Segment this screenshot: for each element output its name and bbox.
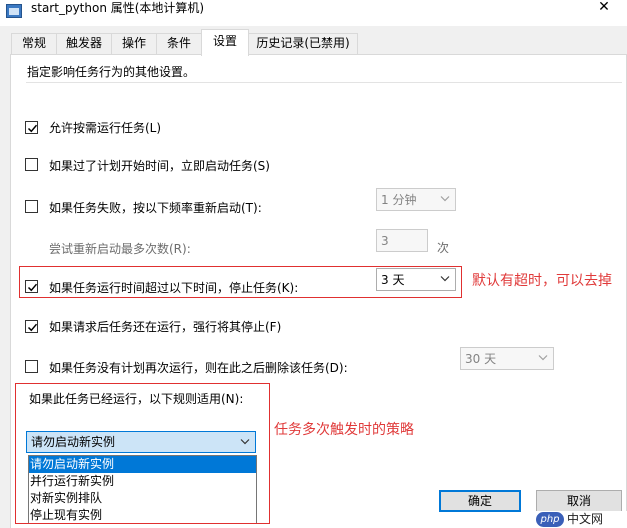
window-title: start_python 属性(本地计算机) [31,1,205,15]
retry-count-value: 3 [381,234,389,248]
run-asap-label: 如果过了计划开始时间，立即启动任务(S) [49,159,270,173]
task-scheduler-icon [6,4,22,18]
settings-intro: 指定影响任务行为的其他设置。 [27,65,196,79]
restart-interval-select[interactable]: 1 分钟 [376,188,456,211]
delete-after-select[interactable]: 30 天 [460,347,554,370]
force-stop-label: 如果请求后任务还在运行，强行将其停止(F) [49,320,282,334]
policy-highlight-box [15,383,270,524]
allow-on-demand-checkbox[interactable] [25,121,38,134]
timeout-highlight-box [19,266,462,298]
cancel-button[interactable]: 取消 [536,490,622,512]
retry-label: 尝试重新启动最多次数(R): [49,242,191,256]
tab-settings[interactable]: 设置 [201,29,249,56]
chevron-down-icon [538,355,548,361]
delete-if-not-scheduled-label: 如果任务没有计划再次运行，则在此之后删除该任务(D): [49,361,348,375]
delete-if-not-scheduled-checkbox[interactable] [25,360,38,373]
checkmark-icon [27,323,38,332]
tab-actions[interactable]: 操作 [111,33,157,54]
ok-button[interactable]: 确定 [439,490,521,512]
checkmark-icon [27,124,38,133]
tab-history[interactable]: 历史记录(已禁用) [248,33,358,54]
restart-interval-value: 1 分钟 [381,193,417,207]
run-asap-checkbox[interactable] [25,158,38,171]
restart-on-failure-label: 如果任务失败，按以下频率重新启动(T): [49,201,262,215]
timeout-annotation: 默认有超时，可以去掉 [472,273,612,289]
divider [26,82,622,83]
tab-strip: 常规 触发器 操作 条件 设置 历史记录(已禁用) [0,28,627,56]
site-watermark: php 中文网 [536,511,627,528]
tab-general[interactable]: 常规 [11,33,57,54]
watermark-badge: php [536,512,564,527]
title-bar: start_python 属性(本地计算机) ✕ [0,0,627,26]
retry-count-input[interactable]: 3 [376,229,428,252]
allow-on-demand-label: 允许按需运行任务(L) [49,121,162,135]
close-button[interactable]: ✕ [581,0,627,22]
watermark-text: 中文网 [567,512,604,526]
tab-conditions[interactable]: 条件 [156,33,202,54]
force-stop-checkbox[interactable] [25,320,38,333]
chevron-down-icon [440,196,450,202]
tab-triggers[interactable]: 触发器 [56,33,112,54]
retry-unit: 次 [437,241,450,255]
restart-on-failure-checkbox[interactable] [25,200,38,213]
delete-after-value: 30 天 [465,352,497,366]
policy-annotation: 任务多次触发时的策略 [274,422,414,438]
